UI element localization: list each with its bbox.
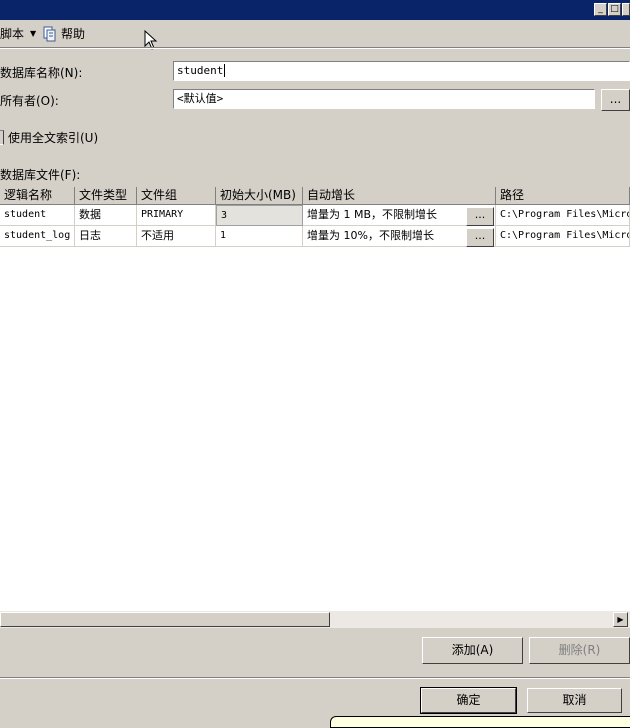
owner-label: 所有者(O):	[0, 94, 59, 108]
script-label: 脚本	[0, 27, 25, 41]
owner-browse-button[interactable]: ...	[601, 89, 630, 111]
autogrowth-value: 增量为 1 MB，不限制增长	[307, 208, 438, 221]
ok-button[interactable]: 确定	[420, 687, 517, 714]
cell-initial-size[interactable]: 3	[216, 205, 303, 226]
database-name-input[interactable]: student	[173, 61, 630, 81]
fulltext-checkbox[interactable]	[0, 130, 4, 145]
autogrowth-value: 增量为 10%，不限制增长	[307, 229, 434, 242]
help-button[interactable]: 帮助	[43, 25, 85, 42]
cell-path[interactable]: C:\Program Files\Micro	[496, 226, 630, 247]
column-header-logical-name[interactable]: 逻辑名称	[0, 187, 75, 205]
cancel-button[interactable]: 取消	[527, 688, 622, 713]
cell-logical-name[interactable]: student_log	[0, 226, 75, 247]
help-label: 帮助	[61, 27, 86, 41]
autogrowth-ellipsis-button[interactable]: ...	[466, 228, 494, 247]
database-files-label: 数据库文件(F):	[0, 168, 81, 182]
cell-logical-name[interactable]: student	[0, 205, 75, 226]
column-header-initial-size[interactable]: 初始大小(MB)	[216, 187, 303, 205]
column-header-path[interactable]: 路径	[496, 187, 630, 205]
autogrowth-ellipsis-button[interactable]: ...	[466, 207, 494, 226]
column-header-filegroup[interactable]: 文件组	[137, 187, 216, 205]
fulltext-label: 使用全文索引(U)	[8, 131, 99, 145]
remove-button[interactable]: 删除(R)	[529, 637, 630, 664]
script-menu-button[interactable]: 脚本 ▼	[0, 25, 36, 42]
database-files-grid: 逻辑名称 文件类型 文件组 初始大小(MB) 自动增长 路径 student 数…	[0, 187, 630, 611]
cell-initial-size[interactable]: 1	[216, 226, 303, 247]
title-bar: _ □	[0, 0, 630, 20]
cell-file-type[interactable]: 数据	[75, 205, 137, 226]
button-divider	[0, 677, 630, 679]
column-header-autogrowth[interactable]: 自动增长	[303, 187, 496, 205]
scrollbar-thumb[interactable]	[0, 612, 330, 627]
maximize-button[interactable]: □	[608, 3, 621, 16]
mouse-cursor-icon	[144, 29, 158, 53]
horizontal-scrollbar[interactable]: ▶	[0, 611, 630, 628]
database-name-value: student	[177, 64, 224, 77]
cell-filegroup[interactable]: 不适用	[137, 226, 216, 247]
chevron-down-icon: ▼	[30, 29, 37, 38]
cell-file-type[interactable]: 日志	[75, 226, 137, 247]
help-document-icon	[43, 26, 57, 42]
owner-input[interactable]: <默认值>	[173, 89, 595, 109]
close-button[interactable]	[622, 3, 630, 16]
toolbar: 脚本 ▼ 帮助	[0, 20, 630, 50]
column-header-file-type[interactable]: 文件类型	[75, 187, 137, 205]
scroll-right-arrow-icon[interactable]: ▶	[613, 612, 628, 627]
cell-filegroup[interactable]: PRIMARY	[137, 205, 216, 226]
owner-value: <默认值>	[177, 92, 224, 105]
tooltip-edge	[330, 716, 630, 728]
add-button[interactable]: 添加(A)	[422, 637, 523, 664]
database-name-label: 数据库名称(N):	[0, 66, 83, 80]
minimize-button[interactable]: _	[594, 3, 607, 16]
cell-path[interactable]: C:\Program Files\Micro	[496, 205, 630, 226]
toolbar-divider	[0, 47, 630, 49]
